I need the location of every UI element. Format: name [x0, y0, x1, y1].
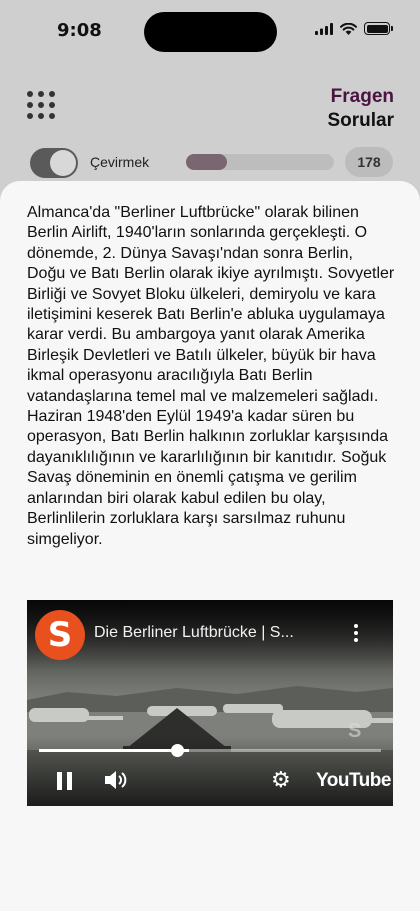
app-header: Fragen Sorular — [0, 80, 420, 140]
pause-icon[interactable] — [57, 772, 73, 790]
grid-dots-icon[interactable] — [27, 91, 55, 119]
wifi-icon — [340, 22, 357, 35]
bottom-sheet: Almanca'da "Berliner Luftbrücke" olarak … — [0, 181, 420, 911]
dynamic-island — [144, 12, 277, 52]
video-scrubber-handle[interactable] — [171, 744, 184, 757]
status-icons — [315, 22, 393, 35]
toggle-knob — [50, 150, 76, 176]
more-options-icon[interactable] — [353, 624, 359, 644]
channel-logo[interactable]: S — [35, 610, 85, 660]
translate-toggle[interactable] — [30, 148, 78, 178]
translate-toggle-label: Çevirmek — [90, 154, 150, 170]
battery-icon — [364, 22, 393, 35]
video-scrubber-fill — [39, 749, 190, 752]
page-title-german: Fragen — [330, 86, 394, 107]
question-count-badge: 178 — [345, 147, 393, 177]
page-title-turkish: Sorular — [327, 110, 394, 131]
status-bar: 9:08 — [0, 0, 420, 62]
cellular-signal-icon — [315, 22, 333, 35]
explanation-text: Almanca'da "Berliner Luftbrücke" olarak … — [27, 204, 395, 548]
video-scrubber[interactable] — [39, 749, 381, 752]
volume-icon[interactable] — [103, 768, 129, 792]
status-time: 9:08 — [57, 20, 102, 41]
settings-icon[interactable]: ⚙ — [271, 769, 291, 791]
question-progress-bar — [186, 154, 334, 170]
question-progress-fill — [186, 154, 228, 170]
controls-row: Çevirmek 178 — [0, 146, 420, 180]
youtube-logo[interactable]: YouTube — [316, 770, 391, 792]
video-player[interactable]: S Die Berliner Luftbrücke | S... S ⚙ You… — [27, 600, 393, 806]
video-title[interactable]: Die Berliner Luftbrücke | S... — [94, 624, 334, 642]
